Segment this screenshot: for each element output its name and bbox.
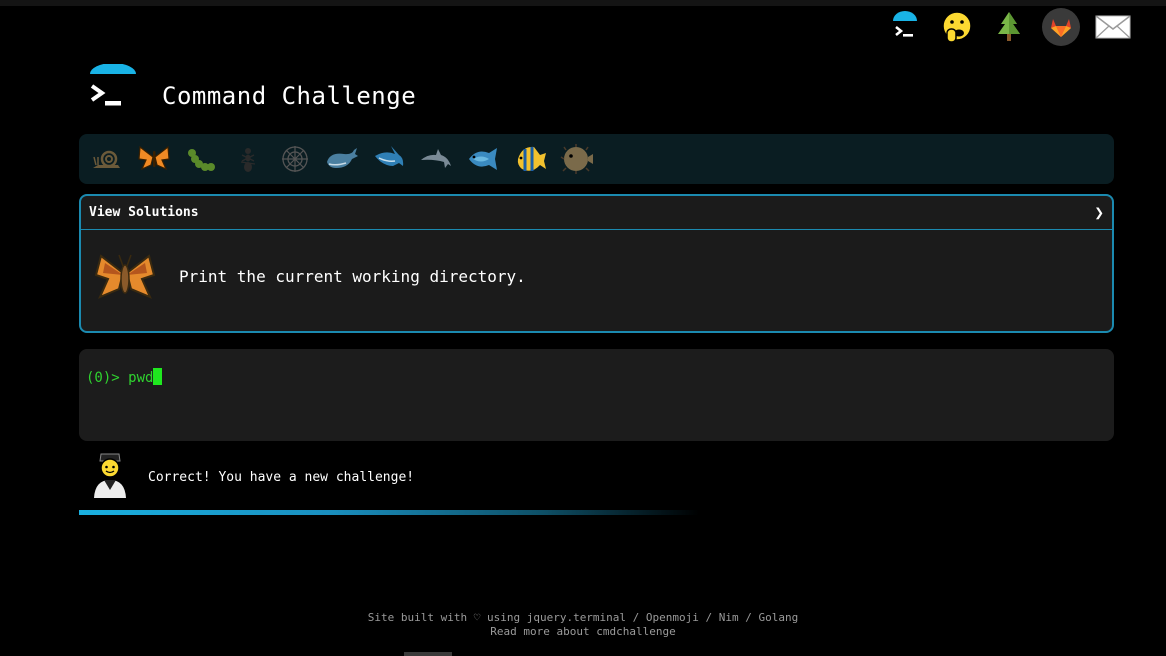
spider-web-icon[interactable] (275, 139, 315, 179)
gitlab-icon[interactable] (1042, 8, 1080, 46)
caterpillar-icon[interactable] (181, 139, 221, 179)
app-logo[interactable] (84, 63, 142, 120)
challenge-card: View Solutions ❯ Print the current worki… (79, 194, 1114, 333)
shark-icon[interactable] (369, 139, 409, 179)
terminal[interactable]: (0)> pwd (79, 349, 1114, 441)
whale-icon[interactable] (322, 139, 362, 179)
chevron-right-icon: ❯ (1094, 203, 1104, 222)
avatar (90, 450, 130, 504)
shushing-face-icon[interactable] (938, 8, 976, 46)
terminal-cursor (153, 368, 163, 385)
tree-icon[interactable] (990, 8, 1028, 46)
terminal-prompt: (0)> (86, 370, 120, 386)
top-links (886, 8, 1132, 46)
fish-icon[interactable] (463, 139, 503, 179)
footer-read-more-link[interactable]: Read more about cmdchallenge (0, 625, 1166, 639)
top-strip (0, 0, 1166, 6)
footer: Site built with ♡ using jquery.terminal … (0, 611, 1166, 639)
challenge-animal-bar (79, 134, 1114, 184)
progress-bar (79, 510, 699, 515)
page-title: Command Challenge (162, 82, 417, 110)
envelope-icon[interactable] (1094, 8, 1132, 46)
butterfly-icon (93, 251, 157, 311)
feedback: Correct! You have a new challenge! (90, 450, 414, 504)
footer-credits[interactable]: Site built with ♡ using jquery.terminal … (0, 611, 1166, 625)
blowfish-icon[interactable] (557, 139, 597, 179)
terminal-input[interactable]: pwd (128, 370, 153, 386)
dolphin-icon[interactable] (416, 139, 456, 179)
ant-icon[interactable] (228, 139, 268, 179)
view-solutions-label: View Solutions (89, 205, 199, 220)
terminal-icon[interactable] (886, 8, 924, 46)
challenge-description: Print the current working directory. (179, 267, 526, 286)
footer-divider (404, 652, 452, 656)
feedback-message: Correct! You have a new challenge! (148, 469, 415, 485)
tropical-fish-icon[interactable] (510, 139, 550, 179)
snail-icon[interactable] (87, 139, 127, 179)
butterfly-icon[interactable] (134, 139, 174, 179)
view-solutions-toggle[interactable]: View Solutions ❯ (81, 196, 1112, 230)
